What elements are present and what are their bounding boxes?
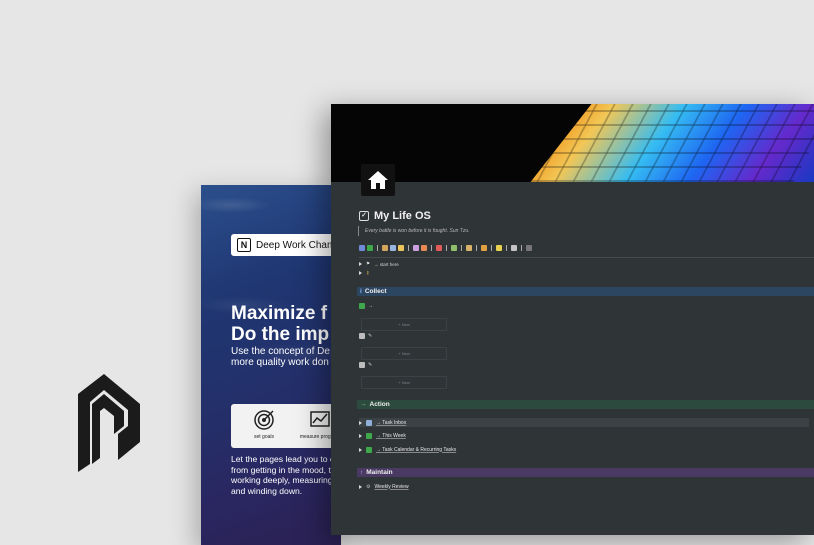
page-title-text: My Life OS: [374, 210, 431, 222]
toggle-tools[interactable]: ⚷: [359, 270, 369, 276]
weekly-review-link[interactable]: Weekly Review: [374, 484, 408, 490]
gear-icon: ⚙: [366, 483, 371, 490]
nav-link-icon[interactable]: [436, 245, 442, 251]
nav-link-icon[interactable]: [496, 245, 502, 251]
nav-link-icon[interactable]: [481, 245, 487, 251]
pencil-icon: ✎: [368, 333, 373, 339]
info-icon: i: [360, 288, 362, 295]
divider: [359, 257, 814, 258]
section-label: Maintain: [366, 469, 393, 476]
arrow-up-icon: ↑: [360, 469, 364, 476]
pencil-icon: ✎: [368, 362, 373, 368]
collect-inbox-link[interactable]: →: [359, 303, 373, 309]
toggle-task-calendar[interactable]: → Task Calendar & Recurring Tasks: [359, 445, 809, 454]
arrow-text: →: [368, 303, 373, 309]
inbox-icon: [366, 419, 372, 426]
toggle-weekly-review[interactable]: ⚙ Weekly Review: [359, 482, 809, 491]
check-icon: [366, 432, 372, 439]
section-label: Action: [369, 401, 390, 408]
arrow-icon: →: [360, 401, 367, 408]
description-line: Let the pages lead you to e: [231, 454, 335, 464]
task-inbox-link[interactable]: → Task Inbox: [376, 420, 406, 426]
key-icon: ⚷: [366, 270, 370, 275]
hero-subtitle: Use the concept of De more quality work …: [231, 346, 341, 368]
toggle-task-inbox[interactable]: → Task Inbox: [359, 418, 809, 427]
toggle-this-week[interactable]: → This Week: [359, 431, 809, 440]
page-title: ✓ My Life OS: [359, 210, 431, 222]
flag-icon: ⚑: [366, 261, 371, 266]
notion-icon: N: [237, 238, 251, 252]
nav-link-icon[interactable]: [451, 245, 457, 251]
check-icon: [366, 446, 372, 453]
home-icon[interactable]: [361, 164, 395, 196]
description-line: working deeply, measuring: [231, 475, 333, 485]
emoji-nav-bar: [359, 245, 532, 251]
description-line: and winding down.: [231, 485, 303, 496]
hero-title: Maximize f Do the imp: [231, 303, 341, 345]
new-label: + New: [398, 351, 410, 356]
nav-link-icon[interactable]: [398, 245, 404, 251]
nav-link-icon[interactable]: [413, 245, 419, 251]
task-calendar-link[interactable]: → Task Calendar & Recurring Tasks: [376, 447, 456, 453]
new-entry-button[interactable]: + New: [361, 376, 447, 389]
feature-set-goals: set goals: [241, 409, 287, 443]
chat-icon: [359, 362, 365, 368]
target-icon: [254, 410, 274, 430]
hero-sub-line: Use the concept of De: [231, 346, 330, 357]
feature-label: set goals: [253, 434, 274, 440]
nav-link-icon[interactable]: [382, 245, 388, 251]
life-os-page: ✓ My Life OS Every battle is won before …: [331, 104, 814, 535]
hero-title-line: Do the imp: [231, 324, 330, 345]
nav-link-icon[interactable]: [390, 245, 396, 251]
nav-link-icon[interactable]: [466, 245, 472, 251]
hero-title-line: Maximize f: [231, 303, 328, 324]
section-collect: i Collect: [357, 287, 814, 296]
brand-logo: [78, 374, 140, 472]
notes-icon: [359, 333, 365, 339]
new-entry-button[interactable]: + New: [361, 318, 447, 331]
this-week-link[interactable]: → This Week: [376, 433, 406, 439]
nav-link-icon[interactable]: [359, 245, 365, 251]
section-label: Collect: [364, 288, 387, 295]
section-maintain: ↑ Maintain: [357, 468, 814, 477]
collect-ideas-link[interactable]: ✎: [359, 362, 372, 368]
nav-link-icon[interactable]: [421, 245, 427, 251]
cover-image: [331, 104, 814, 182]
check-icon: [359, 303, 365, 309]
toggle-label: → start here: [374, 261, 399, 267]
nav-link-icon[interactable]: [367, 245, 373, 251]
new-label: + New: [398, 322, 410, 327]
new-label: + New: [398, 380, 410, 385]
description-text: Let the pages lead you to e from getting…: [231, 454, 341, 496]
chart-icon: [310, 411, 330, 427]
nav-link-icon[interactable]: [511, 245, 517, 251]
new-entry-button[interactable]: + New: [361, 347, 447, 360]
toggle-start-here[interactable]: ⚑ → start here: [359, 261, 399, 267]
deep-work-preview-card: N Deep Work Chamb Maximize f Do the imp …: [201, 185, 341, 545]
hero-sub-line: more quality work don: [231, 357, 329, 368]
checkbox-icon: ✓: [359, 211, 369, 221]
quote-block: Every battle is won before it is fought.…: [358, 226, 470, 236]
nav-link-icon[interactable]: [526, 245, 532, 251]
feature-strip: set goals measure progress: [231, 404, 341, 448]
template-pill: N Deep Work Chamb: [231, 234, 341, 256]
description-line: from getting in the mood, t: [231, 464, 331, 475]
collect-notes-link[interactable]: ✎: [359, 333, 372, 339]
section-action: → Action: [357, 400, 814, 409]
pill-text: Deep Work Chamb: [256, 239, 341, 251]
